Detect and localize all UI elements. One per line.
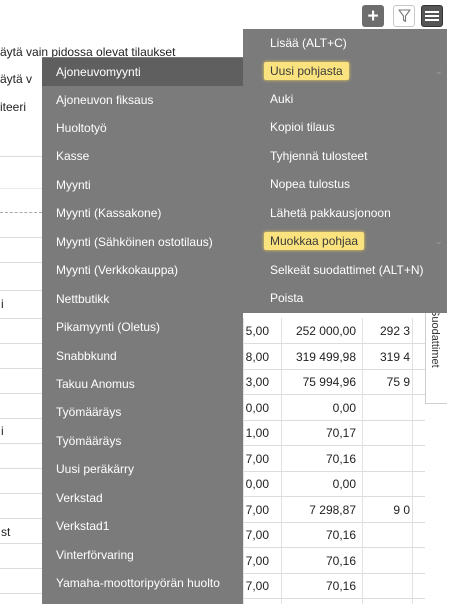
hamburger-menu-icon: [425, 11, 439, 21]
template-item[interactable]: Myynti (Kassakone): [42, 199, 243, 227]
actions-menu: Lisää (ALT+C) Uusi pohjasta ⌄ Auki Kopioi…: [243, 29, 447, 313]
table-cell: 5,00: [245, 324, 269, 338]
table-cell: 7,00: [245, 579, 269, 593]
menu-item-clear-printouts[interactable]: Tyhjennä tulosteet: [243, 142, 447, 170]
table-cell: 292 3: [379, 324, 410, 338]
table-cell: 70,17: [325, 426, 356, 440]
table-cell: 70,16: [325, 528, 356, 542]
row-side-value: i: [1, 297, 4, 311]
menu-item-delete[interactable]: Poista: [243, 284, 447, 312]
table-cell: 75 9: [386, 375, 410, 389]
table-cell: 1,00: [245, 426, 269, 440]
menu-item-copy-order[interactable]: Kopioi tilaus: [243, 113, 447, 141]
filters-side-tab[interactable]: Suodattimet: [425, 300, 447, 404]
table-cell: 7,00: [245, 554, 269, 568]
plus-icon: +: [367, 5, 379, 27]
template-item[interactable]: Pikamyynti (Oletus): [42, 313, 243, 341]
template-item[interactable]: Snabbkund: [42, 342, 243, 370]
table-cell: 7,00: [245, 452, 269, 466]
table-cell: 7,00: [245, 528, 269, 542]
table-cell: 0,00: [245, 401, 269, 415]
templates-submenu: Ajoneuvomyynti Ajoneuvon fiksaus Huoltot…: [42, 57, 243, 604]
template-item[interactable]: Nettbutikk: [42, 285, 243, 313]
table-cell: 252 000,00: [295, 324, 356, 338]
menu-item-new-from-template[interactable]: Uusi pohjasta ⌄: [243, 57, 447, 85]
template-item[interactable]: Myynti (Verkkokauppa): [42, 256, 243, 284]
template-item[interactable]: Verkstad1: [42, 512, 243, 540]
template-item[interactable]: Ajoneuvon fiksaus: [42, 86, 243, 114]
table-cell: 70,16: [325, 452, 356, 466]
chevron-down-icon: ⌄: [434, 235, 443, 247]
template-item[interactable]: Myynti (Sähköinen ostotilaus): [42, 228, 243, 256]
menu-item-add[interactable]: Lisää (ALT+C): [243, 29, 447, 57]
menu-item-quick-print[interactable]: Nopea tulostus: [243, 170, 447, 198]
template-item[interactable]: Takuu Anomus: [42, 370, 243, 398]
add-button[interactable]: +: [362, 5, 384, 27]
chevron-down-icon: ⌄: [434, 65, 443, 77]
template-item[interactable]: Työmääräys: [42, 427, 243, 455]
row-side-value: i: [1, 424, 4, 438]
table-cell: 0,00: [245, 477, 269, 491]
table-cell: 9 0: [393, 503, 410, 517]
table-cell: 3,00: [245, 375, 269, 389]
table-cell: 319 499,98: [295, 350, 356, 364]
template-item[interactable]: Vinterförvaring: [42, 541, 243, 569]
show-option-text[interactable]: äytä v: [0, 72, 32, 86]
filter-button[interactable]: [393, 5, 415, 27]
table-cell: 0,00: [332, 401, 356, 415]
template-item[interactable]: Uusi peräkärry: [42, 455, 243, 483]
menu-item-open[interactable]: Auki: [243, 85, 447, 113]
template-item[interactable]: Verkstad: [42, 484, 243, 512]
table-cell: 75 994,96: [302, 375, 356, 389]
filter-icon: [397, 9, 411, 23]
template-item[interactable]: Huoltotyö: [42, 114, 243, 142]
table-cell: 8,00: [245, 350, 269, 364]
table-cell: 70,16: [325, 554, 356, 568]
menu-button[interactable]: [421, 5, 443, 27]
menu-item-send-to-packing-queue[interactable]: Lähetä pakkausjonoon: [243, 199, 447, 227]
template-item[interactable]: Työmääräys: [42, 398, 243, 426]
template-item[interactable]: Yamaha-moottoripyörän huolto: [42, 569, 243, 597]
table-cell: 319 4: [379, 350, 410, 364]
table-cell: 7 298,87: [309, 503, 356, 517]
table-cell: 0,00: [332, 477, 356, 491]
menu-item-clear-filters[interactable]: Selkeät suodattimet (ALT+N): [243, 256, 447, 284]
table-cell: 70,16: [325, 579, 356, 593]
template-item[interactable]: Ajoneuvomyynti: [42, 58, 243, 86]
template-item[interactable]: Myynti: [42, 171, 243, 199]
template-item[interactable]: Kasse: [42, 142, 243, 170]
filters-side-tab-label: Suodattimet: [429, 309, 441, 368]
row-side-value: st: [1, 525, 11, 539]
criteria-text: iteeri: [0, 100, 27, 114]
menu-item-edit-template[interactable]: Muokkaa pohjaa ⌄: [243, 227, 447, 255]
table-cell: 7,00: [245, 503, 269, 517]
